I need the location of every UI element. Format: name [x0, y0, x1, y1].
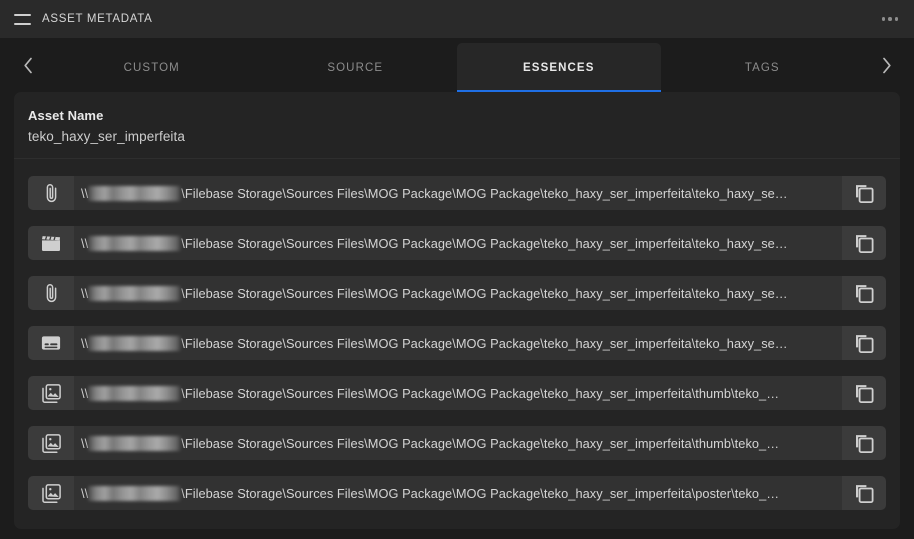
essence-file-row[interactable]: \\ \Filebase Storage\Sources Files\MOG Pa… — [28, 426, 886, 460]
file-path-field[interactable]: \\ \Filebase Storage\Sources Files\MOG Pa… — [74, 376, 842, 410]
page-title: ASSET METADATA — [42, 13, 153, 25]
image-collection-icon — [28, 376, 74, 410]
copy-icon[interactable] — [842, 476, 886, 510]
redacted-host-address — [88, 235, 182, 251]
essences-panel: Asset Name teko_haxy_ser_imperfeita \\ \F… — [14, 92, 900, 529]
tab-bar: CUSTOM SOURCE ESSENCES TAGS — [0, 38, 914, 92]
path-prefix: \\ — [81, 185, 89, 201]
tab-source[interactable]: SOURCE — [254, 43, 458, 92]
essence-file-list: \\ \Filebase Storage\Sources Files\MOG Pa… — [14, 176, 900, 510]
image-collection-icon — [28, 476, 74, 510]
file-path-field[interactable]: \\ \Filebase Storage\Sources Files\MOG Pa… — [74, 176, 842, 210]
essence-file-row[interactable]: \\ \Filebase Storage\Sources Files\MOG Pa… — [28, 326, 886, 360]
tab-custom-label: CUSTOM — [123, 61, 180, 74]
redacted-host-address — [88, 485, 182, 501]
redacted-host-address — [88, 185, 182, 201]
copy-icon[interactable] — [842, 226, 886, 260]
file-path-text: \Filebase Storage\Sources Files\MOG Pack… — [181, 335, 788, 351]
asset-name-section: Asset Name teko_haxy_ser_imperfeita — [14, 92, 900, 159]
paperclip-icon — [28, 176, 74, 210]
file-path-text: \Filebase Storage\Sources Files\MOG Pack… — [181, 285, 788, 301]
file-path-text: \Filebase Storage\Sources Files\MOG Pack… — [181, 485, 780, 501]
redacted-host-address — [88, 335, 182, 351]
paperclip-icon — [28, 276, 74, 310]
file-path-field[interactable]: \\ \Filebase Storage\Sources Files\MOG Pa… — [74, 276, 842, 310]
tab-list: CUSTOM SOURCE ESSENCES TAGS — [50, 38, 864, 92]
copy-icon[interactable] — [842, 426, 886, 460]
top-bar: ASSET METADATA — [0, 0, 914, 38]
path-prefix: \\ — [81, 235, 89, 251]
essence-file-row[interactable]: \\ \Filebase Storage\Sources Files\MOG Pa… — [28, 226, 886, 260]
copy-icon[interactable] — [842, 276, 886, 310]
copy-icon[interactable] — [842, 326, 886, 360]
clapperboard-icon — [28, 226, 74, 260]
file-path-text: \Filebase Storage\Sources Files\MOG Pack… — [181, 435, 780, 451]
path-prefix: \\ — [81, 485, 89, 501]
path-prefix: \\ — [81, 285, 89, 301]
essence-file-row[interactable]: \\ \Filebase Storage\Sources Files\MOG Pa… — [28, 176, 886, 210]
more-horizontal-icon[interactable] — [880, 11, 901, 27]
file-path-text: \Filebase Storage\Sources Files\MOG Pack… — [181, 185, 788, 201]
asset-name-label: Asset Name — [28, 108, 104, 123]
redacted-host-address — [88, 285, 182, 301]
file-path-field[interactable]: \\ \Filebase Storage\Sources Files\MOG Pa… — [74, 226, 842, 260]
file-path-field[interactable]: \\ \Filebase Storage\Sources Files\MOG Pa… — [74, 426, 842, 460]
path-prefix: \\ — [81, 435, 89, 451]
tab-tags-label: TAGS — [744, 61, 780, 74]
hamburger-icon[interactable] — [14, 13, 31, 25]
redacted-host-address — [88, 435, 182, 451]
essence-file-row[interactable]: \\ \Filebase Storage\Sources Files\MOG Pa… — [28, 276, 886, 310]
tab-source-label: SOURCE — [327, 61, 384, 74]
file-path-field[interactable]: \\ \Filebase Storage\Sources Files\MOG Pa… — [74, 476, 842, 510]
copy-icon[interactable] — [842, 176, 886, 210]
path-prefix: \\ — [81, 335, 89, 351]
image-collection-icon — [28, 426, 74, 460]
path-prefix: \\ — [81, 385, 89, 401]
tab-tags[interactable]: TAGS — [661, 43, 865, 92]
tab-custom[interactable]: CUSTOM — [50, 43, 254, 92]
chevron-left-icon[interactable] — [6, 38, 50, 92]
redacted-host-address — [88, 385, 182, 401]
file-path-text: \Filebase Storage\Sources Files\MOG Pack… — [181, 385, 780, 401]
file-path-text: \Filebase Storage\Sources Files\MOG Pack… — [181, 235, 788, 251]
essence-file-row[interactable]: \\ \Filebase Storage\Sources Files\MOG Pa… — [28, 376, 886, 410]
copy-icon[interactable] — [842, 376, 886, 410]
essence-file-row[interactable]: \\ \Filebase Storage\Sources Files\MOG Pa… — [28, 476, 886, 510]
chevron-right-icon[interactable] — [864, 38, 908, 92]
file-path-field[interactable]: \\ \Filebase Storage\Sources Files\MOG Pa… — [74, 326, 842, 360]
tab-essences-label: ESSENCES — [523, 61, 595, 74]
subtitles-icon — [28, 326, 74, 360]
asset-name-value: teko_haxy_ser_imperfeita — [28, 129, 185, 144]
tab-essences[interactable]: ESSENCES — [457, 43, 661, 92]
